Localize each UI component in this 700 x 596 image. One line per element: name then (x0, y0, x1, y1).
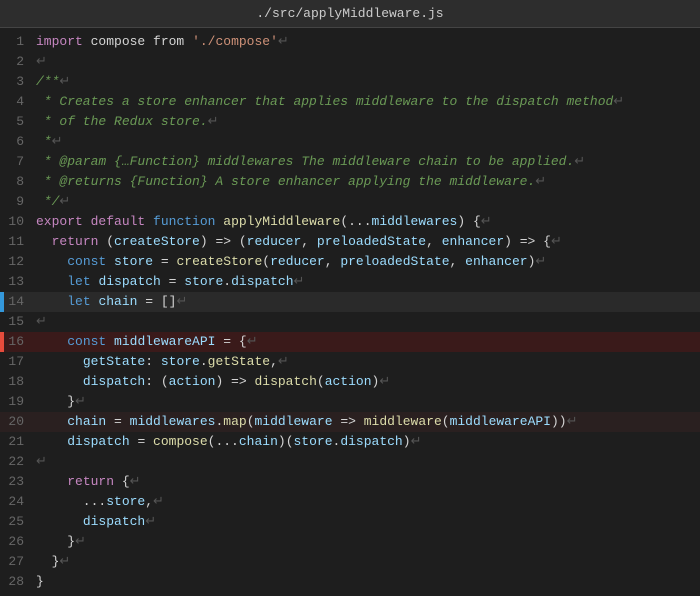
line-number: 22 (0, 452, 36, 472)
line-content: dispatch: (action) => dispatch(action)↵ (36, 372, 700, 392)
line-number: 10 (0, 212, 36, 232)
code-line: 14 let chain = []↵ (0, 292, 700, 312)
code-line: 12 const store = createStore(reducer, pr… (0, 252, 700, 272)
line-number: 2 (0, 52, 36, 72)
code-line: 21 dispatch = compose(...chain)(store.di… (0, 432, 700, 452)
line-content: dispatch↵ (36, 512, 700, 532)
code-line: 26 }↵ (0, 532, 700, 552)
line-number: 7 (0, 152, 36, 172)
code-line: 24 ...store,↵ (0, 492, 700, 512)
line-content: dispatch = compose(...chain)(store.dispa… (36, 432, 700, 452)
line-content: const store = createStore(reducer, prelo… (36, 252, 700, 272)
code-line: 17 getState: store.getState,↵ (0, 352, 700, 372)
code-line: 25 dispatch↵ (0, 512, 700, 532)
code-line: 18 dispatch: (action) => dispatch(action… (0, 372, 700, 392)
line-content: ...store,↵ (36, 492, 700, 512)
line-content: let dispatch = store.dispatch↵ (36, 272, 700, 292)
line-content: }↵ (36, 532, 700, 552)
line-number: 15 (0, 312, 36, 332)
code-line: 5 * of the Redux store.↵ (0, 112, 700, 132)
line-number: 28 (0, 572, 36, 592)
line-number: 9 (0, 192, 36, 212)
line-content: ↵ (36, 52, 700, 72)
code-line: 3/**↵ (0, 72, 700, 92)
line-content: ↵ (36, 452, 700, 472)
code-line: 9 */↵ (0, 192, 700, 212)
line-number: 23 (0, 472, 36, 492)
line-number: 1 (0, 32, 36, 52)
line-content: *↵ (36, 132, 700, 152)
code-line: 2↵ (0, 52, 700, 72)
line-number: 4 (0, 92, 36, 112)
code-line: 8 * @returns {Function} A store enhancer… (0, 172, 700, 192)
code-line: 19 }↵ (0, 392, 700, 412)
line-number: 27 (0, 552, 36, 572)
line-content: }↵ (36, 552, 700, 572)
line-number: 16 (0, 332, 36, 352)
line-content: } (36, 572, 700, 592)
code-line: 20 chain = middlewares.map(middleware =>… (0, 412, 700, 432)
title-bar: ./src/applyMiddleware.js (0, 0, 700, 28)
code-line: 27 }↵ (0, 552, 700, 572)
line-number: 21 (0, 432, 36, 452)
line-content: return {↵ (36, 472, 700, 492)
line-content: * @returns {Function} A store enhancer a… (36, 172, 700, 192)
line-number: 17 (0, 352, 36, 372)
line-content: export default function applyMiddleware(… (36, 212, 700, 232)
code-line: 7 * @param {…Function} middlewares The m… (0, 152, 700, 172)
code-line: 4 * Creates a store enhancer that applie… (0, 92, 700, 112)
line-content: getState: store.getState,↵ (36, 352, 700, 372)
code-line: 23 return {↵ (0, 472, 700, 492)
line-number: 26 (0, 532, 36, 552)
line-number: 18 (0, 372, 36, 392)
line-content: let chain = []↵ (36, 292, 700, 312)
line-number: 24 (0, 492, 36, 512)
line-content: return (createStore) => (reducer, preloa… (36, 232, 700, 252)
line-number: 20 (0, 412, 36, 432)
line-number: 12 (0, 252, 36, 272)
line-content: import compose from './compose'↵ (36, 32, 700, 52)
code-line: 10export default function applyMiddlewar… (0, 212, 700, 232)
line-content: * @param {…Function} middlewares The mid… (36, 152, 700, 172)
code-line: 28} (0, 572, 700, 592)
line-number: 11 (0, 232, 36, 252)
line-content: * Creates a store enhancer that applies … (36, 92, 700, 112)
line-content: /**↵ (36, 72, 700, 92)
line-number: 13 (0, 272, 36, 292)
line-number: 5 (0, 112, 36, 132)
code-line: 22↵ (0, 452, 700, 472)
code-line: 1import compose from './compose'↵ (0, 32, 700, 52)
line-number: 8 (0, 172, 36, 192)
line-number: 25 (0, 512, 36, 532)
code-line: 6 *↵ (0, 132, 700, 152)
code-line: 16 const middlewareAPI = {↵ (0, 332, 700, 352)
line-content: */↵ (36, 192, 700, 212)
line-content: chain = middlewares.map(middleware => mi… (36, 412, 700, 432)
line-content: }↵ (36, 392, 700, 412)
code-line: 15↵ (0, 312, 700, 332)
line-content: * of the Redux store.↵ (36, 112, 700, 132)
line-number: 6 (0, 132, 36, 152)
code-line: 13 let dispatch = store.dispatch↵ (0, 272, 700, 292)
line-number: 3 (0, 72, 36, 92)
code-line: 11 return (createStore) => (reducer, pre… (0, 232, 700, 252)
file-title: ./src/applyMiddleware.js (256, 6, 443, 21)
line-number: 19 (0, 392, 36, 412)
line-number: 14 (0, 292, 36, 312)
line-content: const middlewareAPI = {↵ (36, 332, 700, 352)
code-container: 1import compose from './compose'↵2↵3/**↵… (0, 28, 700, 596)
line-content: ↵ (36, 312, 700, 332)
